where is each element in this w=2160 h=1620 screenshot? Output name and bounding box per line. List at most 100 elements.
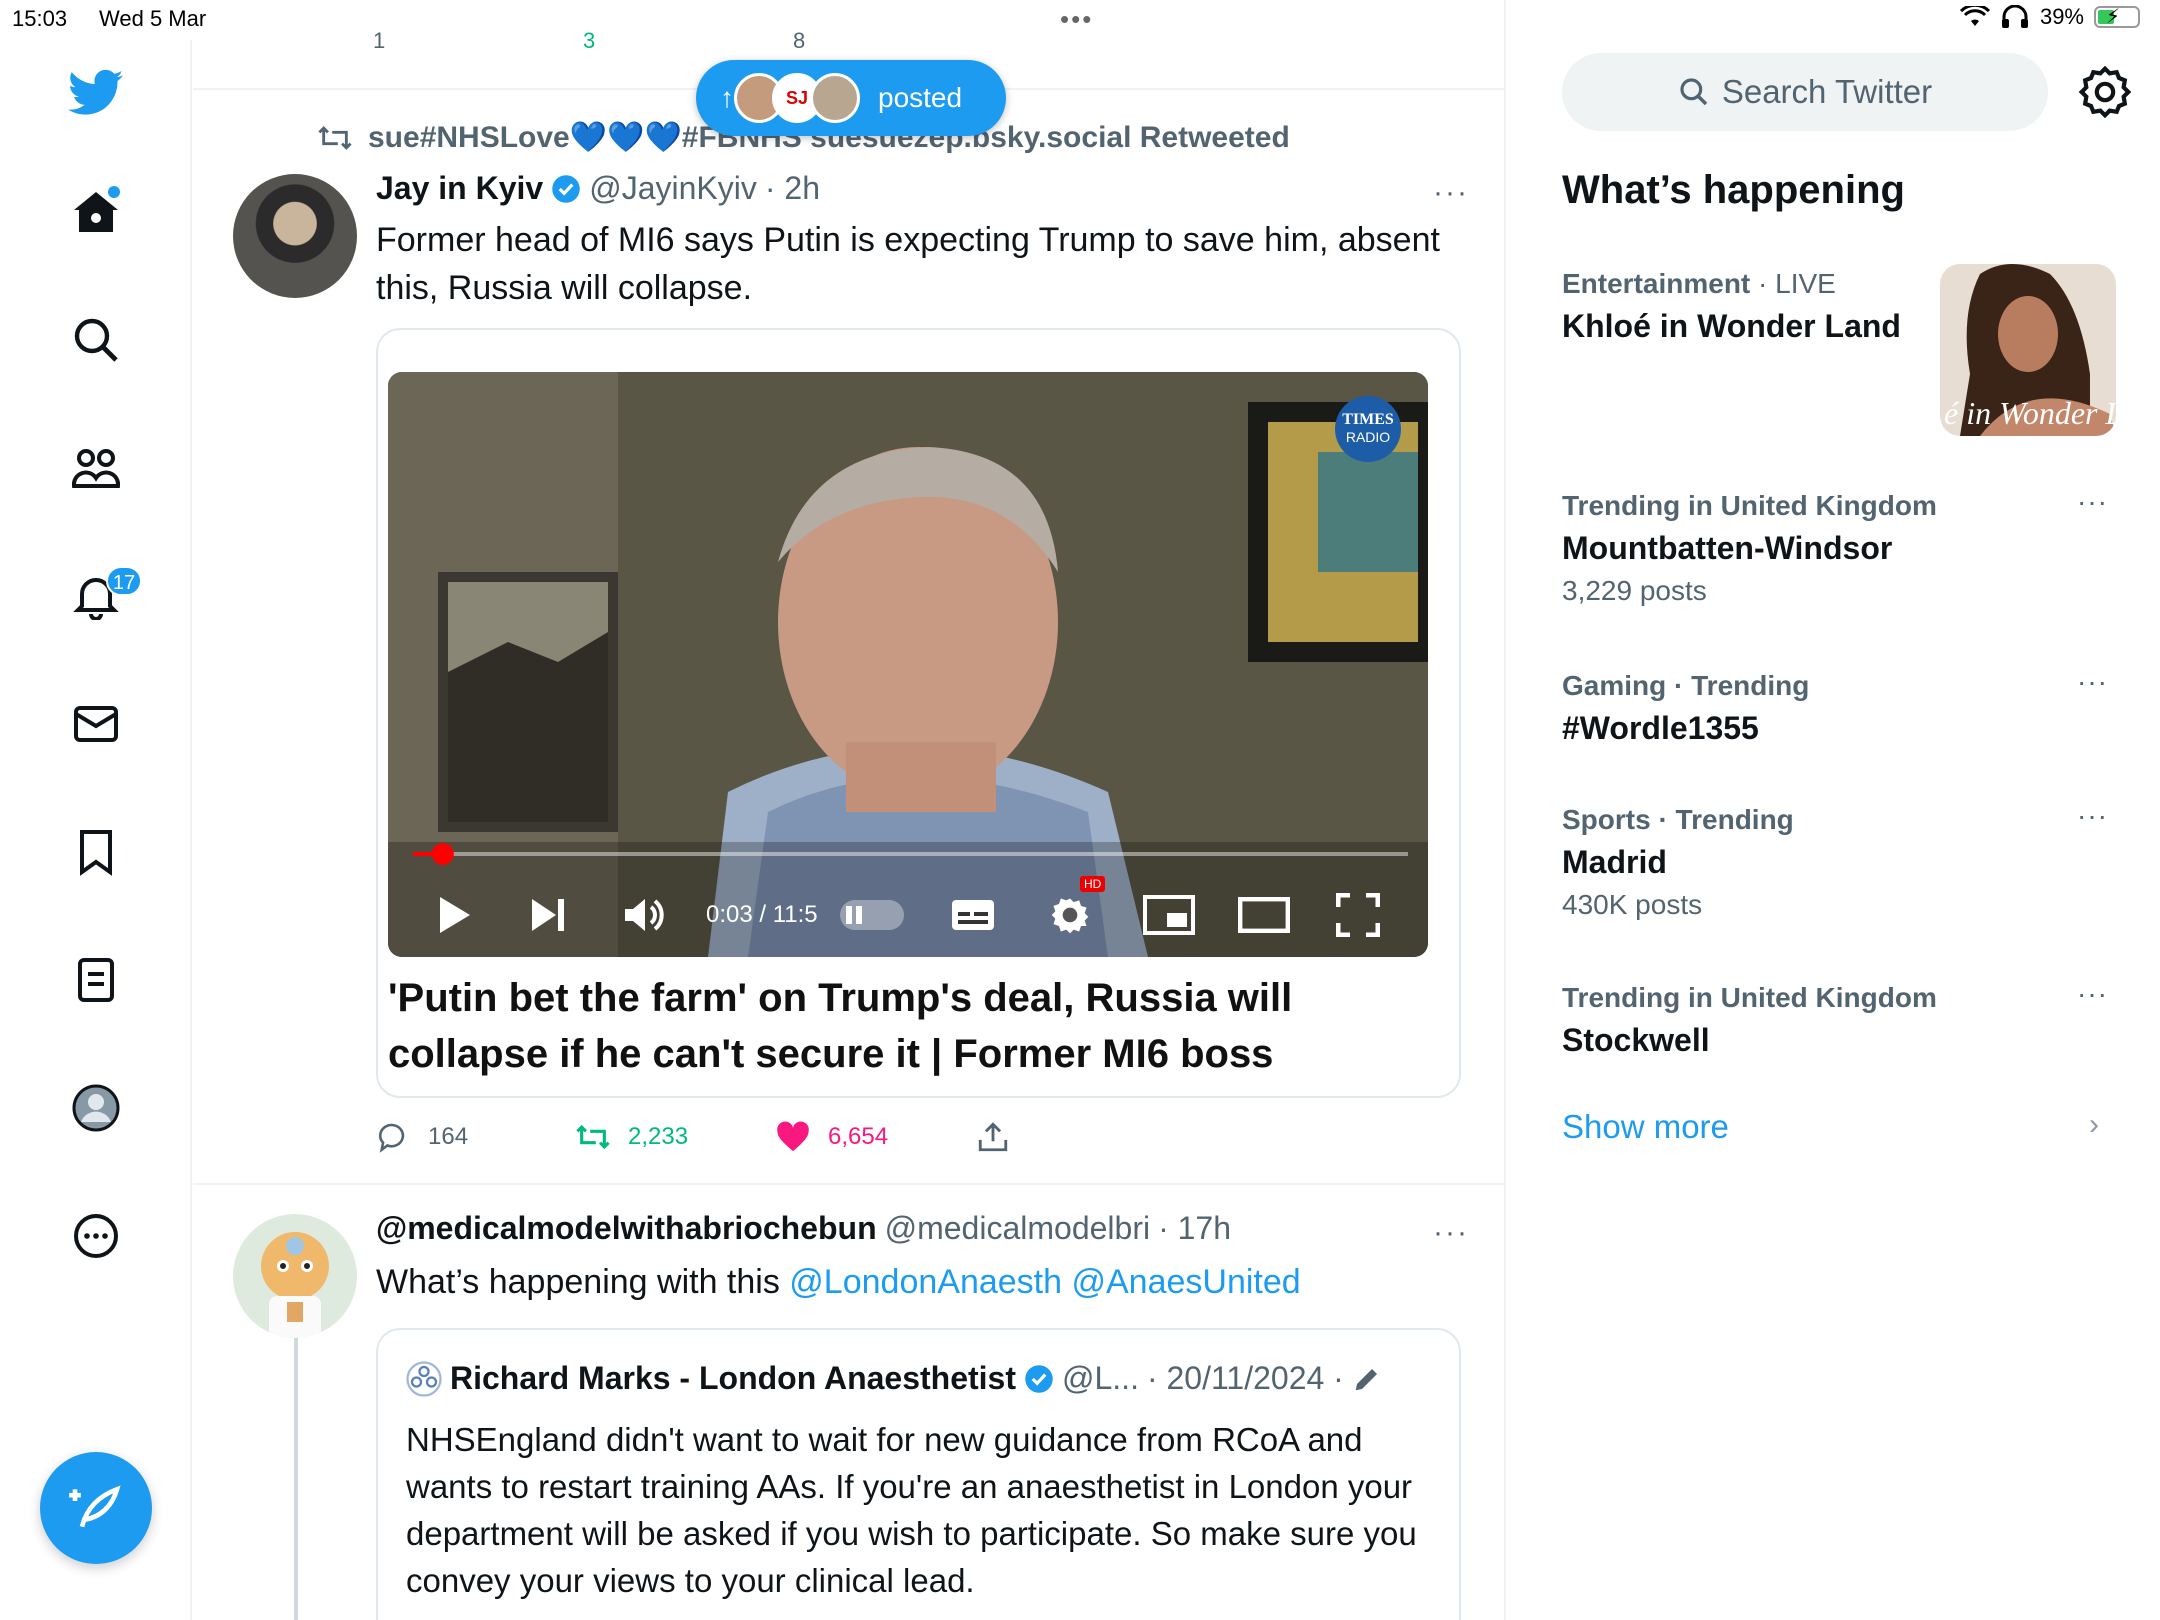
thread-line [294,1338,298,1620]
home-icon[interactable] [66,182,126,242]
author-handle[interactable]: @medicalmodelbri [885,1210,1150,1247]
video-frame: TIMES RADIO [388,372,1428,957]
like-count: 6,654 [828,1123,889,1150]
search-icon [1680,78,1708,106]
quoted-author-handle: @L... [1062,1360,1139,1396]
tweet-more-options-icon[interactable]: ··· [1433,1216,1469,1250]
quoted-tweet-text: NHSEngland didn't want to wait for new g… [406,1421,1417,1599]
trend-item[interactable]: Gaming · Trending #Wordle1355 [1562,670,2122,747]
hd-badge: HD [1080,876,1106,892]
trend-title: Stockwell [1562,1022,1710,1058]
poster-avatar [810,73,860,123]
card-title: 'Putin bet the farm' on Trump's deal, Ru… [388,976,1293,1076]
search-twitter-input[interactable]: Search Twitter [1562,53,2048,131]
new-posts-pill[interactable]: ↑ SJ posted [696,60,1006,136]
cartoon-bun-avatar-icon [261,1232,329,1338]
trend-post-count: 430K posts [1562,889,1703,920]
settings-gear-icon[interactable] [2077,64,2133,120]
quoted-tweet-time: · 20/11/2024 · [1146,1360,1344,1396]
bookmarks-icon[interactable] [66,822,126,882]
home-timeline: 1 3 8 ↑ SJ posted sue#NHSLove💙💙💙#FBNHS s… [193,0,1506,1620]
status-date: Wed 5 Mar [99,6,207,31]
search-icon[interactable] [66,310,126,370]
notifications-bell-icon[interactable]: 17 [66,566,142,626]
whats-happening-title: What’s happening [1562,168,1905,212]
tweet-divider [193,1183,1504,1185]
tweet-text: Former head of MI6 says Putin is expecti… [376,221,1440,307]
trend-more-options-icon[interactable]: ··· [2077,800,2108,832]
video-play-icon[interactable] [436,895,472,935]
battery-icon: ⚡ [2094,6,2140,28]
trend-category: Entertainment [1562,268,1751,299]
retweet-count: 2,233 [628,1123,689,1150]
author-handle[interactable]: @JayinKyiv [589,170,757,207]
trend-more-options-icon[interactable]: ··· [2077,666,2108,698]
video-progress-knob [431,843,454,865]
trend-category: Trending in United Kingdom [1562,982,1937,1013]
trend-post-count: 3,229 posts [1562,575,1707,606]
trend-more-options-icon[interactable]: ··· [2077,978,2108,1010]
prev-retweet-count: 3 [583,28,596,53]
communities-icon[interactable] [66,438,126,498]
lists-icon[interactable] [66,950,126,1010]
author-avatar[interactable] [233,174,357,298]
home-unread-dot [108,186,120,198]
author-name[interactable]: @medicalmodelwithabriochebun [376,1210,877,1247]
profile-avatar-icon[interactable] [66,1078,126,1138]
mention-link[interactable]: @AnaesUnited [1071,1263,1300,1301]
video-next-icon[interactable] [530,897,568,933]
video-miniplayer-icon[interactable] [1143,894,1195,935]
trend-more-options-icon[interactable]: ··· [2077,486,2108,518]
messages-icon[interactable] [66,694,126,754]
retweet-icon [576,1124,610,1150]
trend-category: Trending in United Kingdom [1562,490,1937,521]
times-radio-watermark: TIMES [1342,411,1394,428]
twitter-logo-icon[interactable] [66,62,126,122]
arrow-up-icon: ↑ [720,82,734,113]
trend-title: Madrid [1562,844,1667,880]
reply-button[interactable]: 164 [376,1120,468,1154]
trend-category: Sports · Trending [1562,804,1794,835]
prev-like-count: 8 [793,28,806,53]
like-button[interactable]: 6,654 [776,1120,888,1154]
trend-item[interactable]: Trending in United Kingdom Stockwell [1562,982,2122,1059]
quoted-tweet[interactable]: Richard Marks - London Anaesthetist @L..… [376,1328,1461,1620]
video-player[interactable]: TIMES RADIO 0:03 / 11:5 HD [388,372,1428,957]
video-theater-mode-icon[interactable] [1238,896,1290,933]
share-button[interactable] [976,1120,1010,1154]
reply-count: 164 [428,1123,469,1150]
trend-title: #Wordle1355 [1562,710,1759,746]
mention-link[interactable]: @LondonAnaesth [789,1263,1062,1301]
video-settings-icon[interactable] [1048,893,1092,937]
tweet-time[interactable]: · 17h [1158,1210,1231,1247]
tweet-more-options-icon[interactable]: ··· [1433,176,1469,210]
retweet-icon [318,125,352,150]
tweet-text: What’s happening with this @LondonAnaest… [376,1258,1456,1306]
previous-tweet-actions: 1 3 8 [373,28,1073,58]
tweet-time[interactable]: · 2h [765,170,820,207]
author-name[interactable]: Jay in Kyiv [376,170,543,207]
new-posts-label: posted [878,82,963,113]
trend-item[interactable]: Sports · Trending Madrid 430K posts [1562,804,2122,921]
trend-thumbnail[interactable]: é in Wonder L [1940,264,2116,436]
autoplay-toggle[interactable] [840,899,904,930]
compose-feather-icon [69,1485,121,1528]
author-avatar[interactable] [233,1214,357,1338]
trend-item[interactable]: Trending in United Kingdom Mountbatten-W… [1562,490,2122,607]
prev-reply-count: 1 [373,28,386,53]
trend-title: Mountbatten-Windsor [1562,530,1893,566]
video-link-card[interactable]: TIMES RADIO 0:03 / 11:5 HD 'Putin bet th… [376,328,1461,1098]
more-options-icon[interactable] [66,1206,126,1266]
video-volume-icon[interactable] [623,895,667,935]
trend-thumbnail-caption: é in Wonder L [1944,395,2116,431]
video-fullscreen-icon[interactable] [1336,892,1380,937]
show-more-link[interactable]: Show more [1562,1108,1729,1146]
right-sidebar: Search Twitter What’s happening Entertai… [1507,40,2160,1620]
quoted-author-name: Richard Marks - London Anaesthetist [450,1360,1016,1396]
retweet-button[interactable]: 2,233 [576,1120,688,1154]
video-subtitles-icon[interactable] [950,898,996,932]
compose-tweet-button[interactable] [40,1452,152,1564]
headphones-icon [2001,5,2028,28]
edited-pencil-icon [1355,1368,1377,1390]
trend-category: Gaming · Trending [1562,670,1810,701]
